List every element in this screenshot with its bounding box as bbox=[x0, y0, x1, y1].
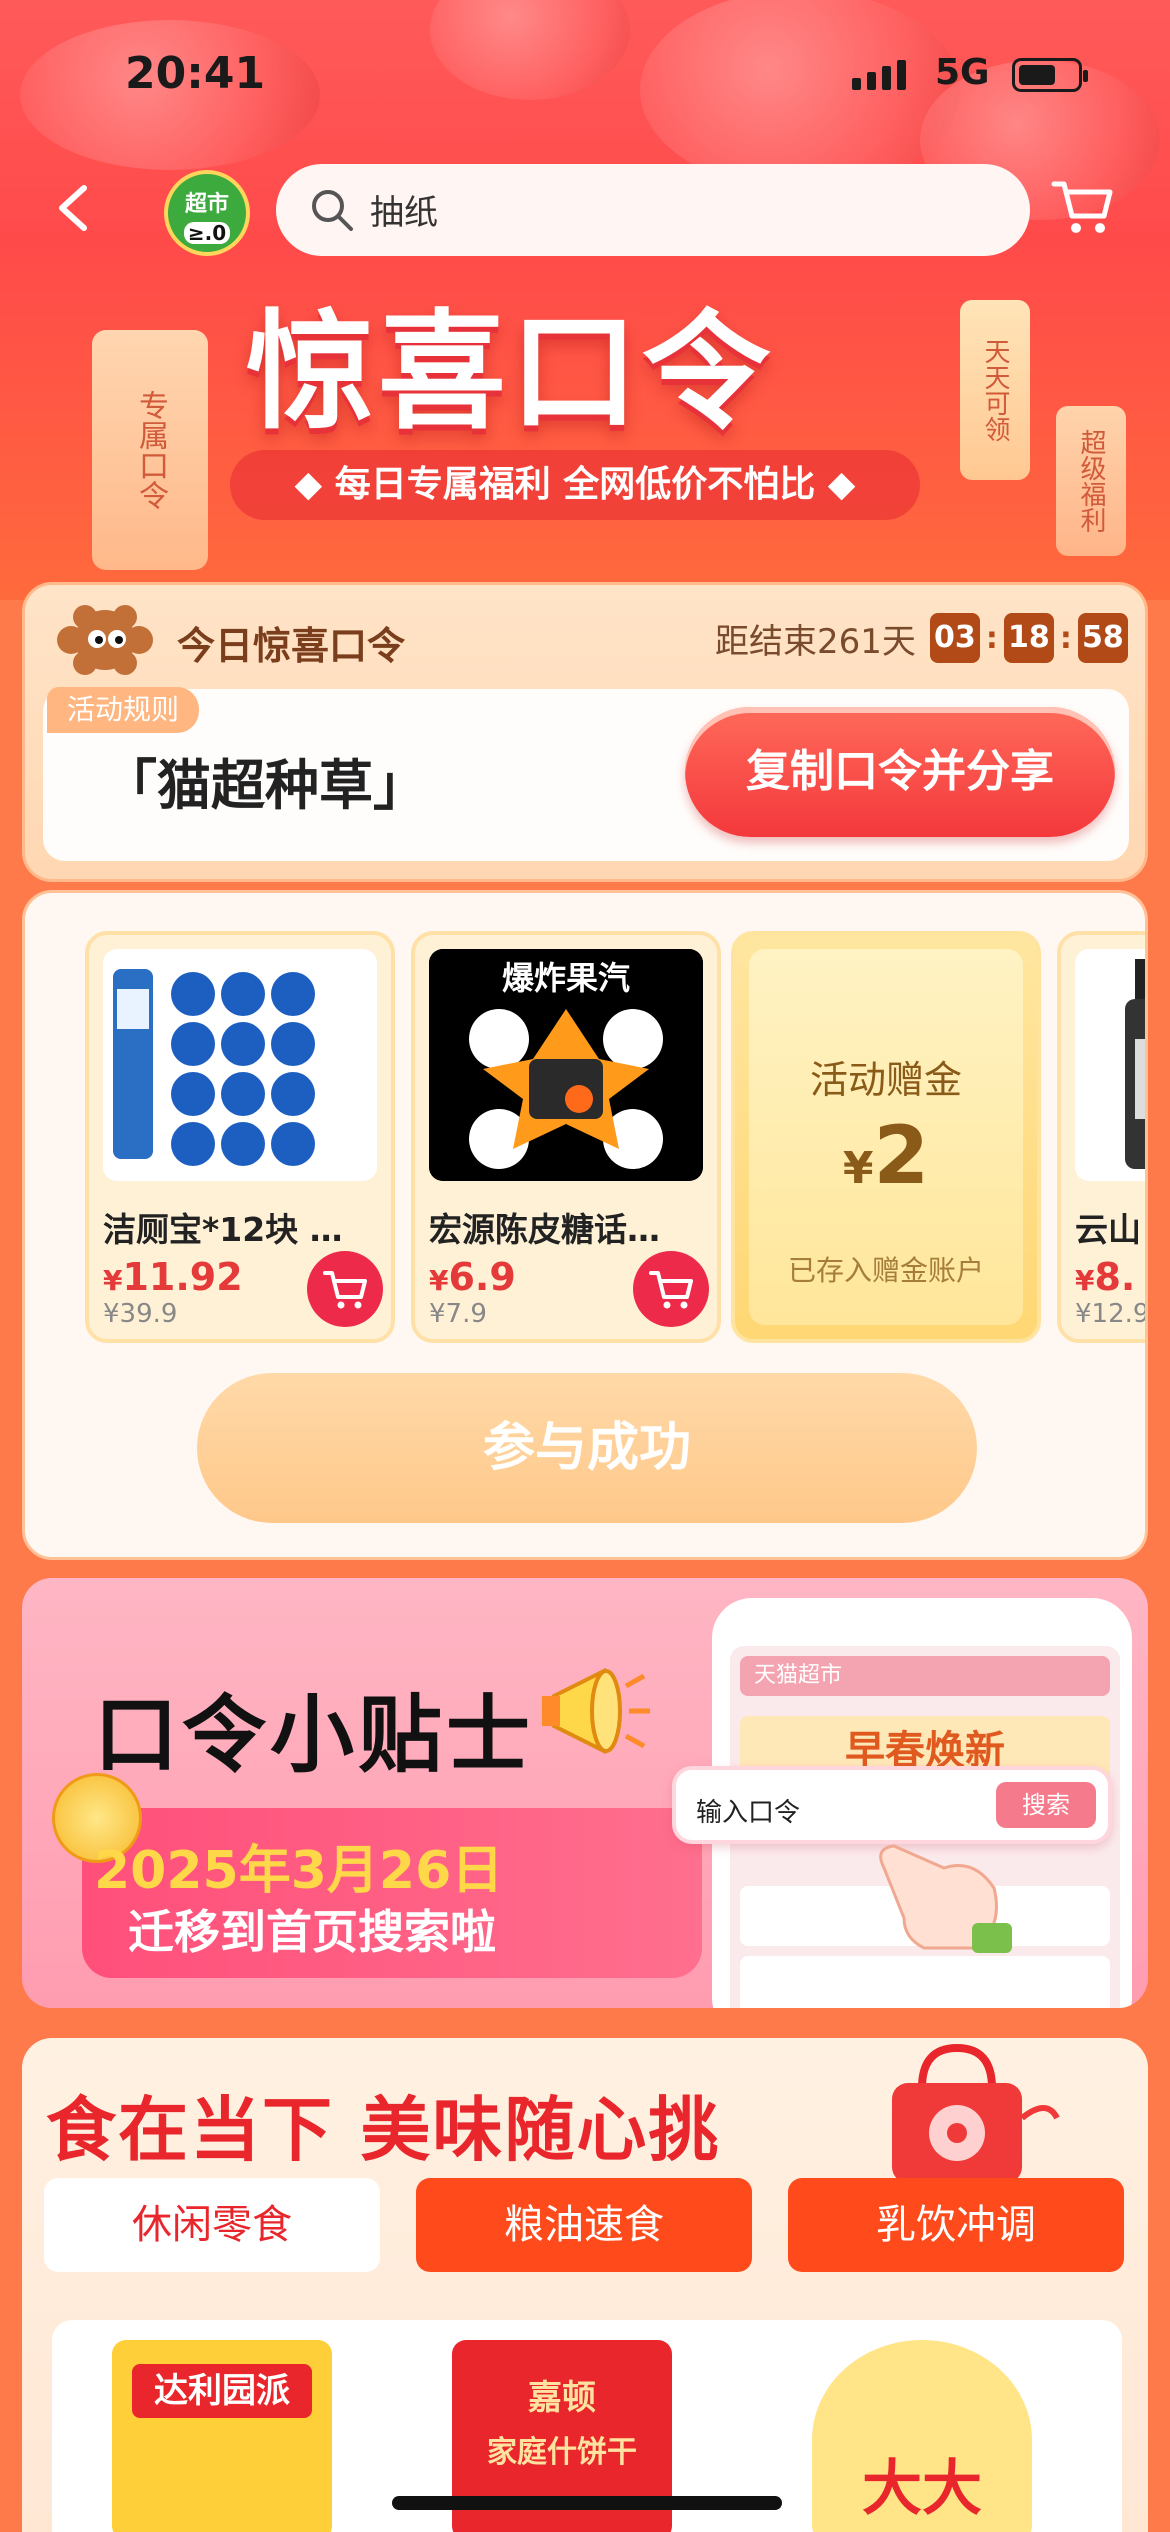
tag-daily: 天天可领 bbox=[960, 300, 1030, 480]
tips-move-text: 迁移到首页搜索啦 bbox=[128, 1905, 496, 1959]
bonus-note: 已存入赠金账户 bbox=[787, 1254, 984, 1287]
product-price: ¥6.9 bbox=[429, 1255, 516, 1299]
food-product-sublabel: 家庭什饼干 bbox=[487, 2435, 637, 2470]
food-product-item[interactable]: 大大 bbox=[812, 2340, 1032, 2532]
candy-image: 爆炸果汽 bbox=[429, 949, 703, 1181]
mini-search-placeholder: 输入口令 bbox=[696, 1798, 801, 1828]
signal-icon bbox=[852, 60, 906, 90]
tag-exclusive-code: 专属口令 bbox=[92, 330, 208, 570]
phone-header: 天猫超市 bbox=[740, 1656, 1110, 1696]
product-price: ¥8. bbox=[1075, 1255, 1136, 1299]
countdown-hours: 03 bbox=[929, 613, 980, 663]
join-success-button[interactable]: 参与成功 bbox=[197, 1373, 977, 1523]
search-input[interactable] bbox=[370, 184, 970, 234]
product-item-partial[interactable]: 云山 ¥8. ¥12.9 bbox=[1057, 931, 1148, 1343]
gift-bag-icon bbox=[892, 2043, 1060, 2183]
cart-icon[interactable] bbox=[1048, 172, 1116, 240]
food-tabs: 休闲零食 粮油速食 乳饮冲调 bbox=[44, 2178, 1124, 2272]
bonus-label: 活动赠金 bbox=[809, 1058, 962, 1102]
countdown-label: 距结束261天 bbox=[715, 621, 916, 662]
back-button[interactable] bbox=[48, 178, 98, 238]
product-name: 洁厕宝*12块 … bbox=[103, 1210, 343, 1249]
status-time: 20:41 bbox=[125, 48, 266, 99]
add-to-cart-button[interactable] bbox=[307, 1251, 383, 1327]
tag-super-welfare: 超级福利 bbox=[1056, 406, 1126, 556]
tab-snacks[interactable]: 休闲零食 bbox=[44, 2178, 380, 2272]
countdown-seconds: 58 bbox=[1077, 613, 1128, 663]
banner-title: 惊喜口令 bbox=[246, 298, 775, 447]
nav-row: 超市 ≥.0 bbox=[0, 158, 1170, 258]
tab-dairy-drinks[interactable]: 乳饮冲调 bbox=[788, 2178, 1124, 2272]
megaphone-icon bbox=[542, 1667, 650, 1755]
add-to-cart-button[interactable] bbox=[633, 1251, 709, 1327]
logo-face-icon: ≥.0 bbox=[184, 222, 230, 244]
product-item[interactable]: 爆炸果汽 宏源陈皮糖话… ¥6.9 ¥7.9 bbox=[411, 931, 721, 1343]
product-old-price: ¥12.9 bbox=[1075, 1299, 1148, 1329]
activity-rules-link[interactable]: 活动规则 bbox=[47, 687, 200, 733]
tmall-supermarket-logo[interactable]: 超市 ≥.0 bbox=[164, 170, 250, 256]
home-indicator[interactable] bbox=[392, 2496, 782, 2510]
status-bar: 20:41 5G bbox=[0, 0, 1170, 150]
product-image bbox=[1075, 949, 1145, 1181]
bonus-card: 活动赠金 ¥2 已存入赠金账户 bbox=[731, 931, 1041, 1343]
pointing-hand-icon bbox=[879, 1844, 1012, 1953]
code-text: 「猫超种草」 bbox=[103, 754, 427, 817]
product-old-price: ¥7.9 bbox=[429, 1299, 487, 1329]
logo-label: 超市 bbox=[184, 192, 229, 217]
cart-icon bbox=[649, 1271, 693, 1309]
tips-card: 口令小贴士 2025年3月26日 迁移到首页搜索啦 天猫超市 早春焕新 输入口令… bbox=[22, 1578, 1148, 2008]
network-type: 5G bbox=[935, 52, 990, 93]
back-arrow-icon bbox=[59, 185, 87, 231]
cart-icon bbox=[323, 1271, 367, 1309]
food-product-label: 大大 bbox=[862, 2454, 982, 2524]
code-card-title: 今日惊喜口令 bbox=[177, 624, 406, 668]
tab-grain-oil[interactable]: 粮油速食 bbox=[416, 2178, 752, 2272]
product-name: 宏源陈皮糖话… bbox=[429, 1210, 660, 1249]
product-item[interactable]: 洁厕宝*12块 … ¥11.92 ¥39.9 bbox=[85, 931, 395, 1343]
food-section-title: 食在当下 美味随心挑 bbox=[46, 2089, 721, 2171]
mini-search-button: 搜索 bbox=[996, 1782, 1096, 1828]
banner-subtitle: ◆ 每日专属福利 全网低价不怕比 ◆ bbox=[230, 450, 920, 520]
daily-code-card: 今日惊喜口令 距结束261天 03 : 18 : 58 活动规则 「猫超种草」 … bbox=[22, 582, 1148, 882]
fuzzball-icon bbox=[57, 605, 153, 675]
battery-icon bbox=[1012, 58, 1088, 92]
search-icon bbox=[312, 190, 353, 231]
product-old-price: ¥39.9 bbox=[103, 1299, 178, 1329]
food-section: 食在当下 美味随心挑 休闲零食 粮油速食 乳饮冲调 达利园派 嘉顿 家庭什饼干 … bbox=[22, 2038, 1148, 2532]
countdown-minutes: 18 bbox=[1003, 613, 1054, 663]
tips-date: 2025年3月26日 bbox=[94, 1841, 504, 1901]
product-image: 爆炸果汽 bbox=[429, 949, 703, 1181]
tips-title: 口令小贴士 bbox=[94, 1686, 535, 1784]
search-bar[interactable] bbox=[276, 164, 1030, 256]
countdown: 距结束261天 03 : 18 : 58 bbox=[715, 613, 1128, 663]
product-image bbox=[103, 949, 377, 1181]
food-product-item[interactable]: 达利园派 bbox=[112, 2340, 332, 2532]
product-name: 云山 bbox=[1075, 1210, 1141, 1249]
food-product-label: 达利园派 bbox=[132, 2364, 312, 2418]
pepper-grinder-image bbox=[1125, 959, 1145, 1169]
bonus-amount: ¥2 bbox=[842, 1109, 930, 1202]
candy-image-text: 爆炸果汽 bbox=[502, 959, 630, 997]
copy-share-button[interactable]: 复制口令并分享 bbox=[685, 707, 1115, 837]
product-card: 洁厕宝*12块 … ¥11.92 ¥39.9 爆炸果汽 宏源陈皮糖话… ¥6.9… bbox=[22, 890, 1148, 1560]
food-product-label: 嘉顿 bbox=[528, 2378, 596, 2418]
product-price: ¥11.92 bbox=[103, 1255, 243, 1299]
toilet-cleaner-image bbox=[113, 969, 315, 1166]
